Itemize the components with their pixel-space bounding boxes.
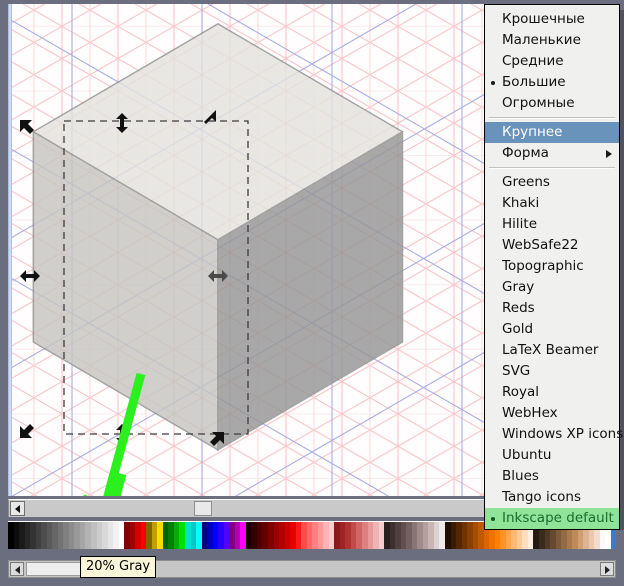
menu-item-palettes[interactable]: Tango icons: [485, 487, 619, 508]
menu-item-sizes[interactable]: Крошечные: [485, 9, 619, 30]
menu-item-label: Маленькие: [502, 32, 581, 48]
menu-item-label: Greens: [502, 174, 550, 190]
menu-group-palettes: Greens Khaki Hilite WebSafe22 Topographic Gra…: [485, 172, 619, 529]
menu-separator: [489, 167, 615, 169]
menu-item-label: Огромные: [502, 95, 575, 111]
arrow-left-icon: [15, 505, 20, 513]
submenu-arrow-icon: [606, 150, 612, 158]
arrow-right-icon: [605, 566, 610, 574]
menu-item-label: Большие: [502, 74, 566, 90]
menu-item-label: Tango icons: [502, 489, 581, 505]
radio-bullet-icon: [491, 81, 495, 85]
menu-item-sizes[interactable]: Большие: [485, 72, 619, 93]
radio-bullet-icon: [491, 517, 495, 521]
menu-item-palettes[interactable]: Gold: [485, 319, 619, 340]
window-frame-left: [0, 0, 8, 552]
menu-shadow: [620, 10, 624, 530]
menu-item-label: Форма: [502, 145, 549, 161]
menu-item-palettes[interactable]: Inkscape default: [485, 508, 619, 529]
menu-item-label: LaTeX Beamer: [502, 342, 598, 358]
window-frame-bottom: [0, 578, 624, 586]
palette-scroll-left-button[interactable]: [10, 562, 24, 576]
menu-item-palettes[interactable]: Reds: [485, 298, 619, 319]
menu-item-label: Khaki: [502, 195, 539, 211]
menu-item-palettes[interactable]: Gray: [485, 277, 619, 298]
scroll-thumb[interactable]: [194, 501, 212, 516]
menu-item-actions[interactable]: Крупнее: [485, 122, 619, 143]
color-tooltip: 20% Gray: [80, 556, 156, 578]
menu-item-label: Blues: [502, 468, 539, 484]
menu-item-actions[interactable]: Форма: [485, 143, 619, 164]
menu-item-palettes[interactable]: Ubuntu: [485, 445, 619, 466]
scroll-left-button[interactable]: [10, 501, 25, 516]
menu-group-sizes: Крошечные Маленькие Средние Большие Огромные: [485, 9, 619, 114]
menu-item-label: WebSafe22: [502, 237, 579, 253]
menu-item-sizes[interactable]: Маленькие: [485, 30, 619, 51]
menu-group-actions: Крупнее Форма: [485, 122, 619, 164]
menu-item-label: Inkscape default: [502, 510, 614, 526]
menu-item-palettes[interactable]: Hilite: [485, 214, 619, 235]
menu-item-label: SVG: [502, 363, 530, 379]
menu-item-palettes[interactable]: Khaki: [485, 193, 619, 214]
menu-item-palettes[interactable]: WebHex: [485, 403, 619, 424]
menu-item-sizes[interactable]: Средние: [485, 51, 619, 72]
menu-item-label: Gold: [502, 321, 533, 337]
menu-item-palettes[interactable]: LaTeX Beamer: [485, 340, 619, 361]
palette-scroll-thumb[interactable]: [26, 562, 88, 576]
palette-scroll-right-button[interactable]: [600, 562, 614, 576]
menu-item-label: Gray: [502, 279, 534, 295]
menu-item-label: Крупнее: [502, 124, 562, 140]
inkscape-window: 20% Gray Крошечные Маленькие Средние Больши…: [0, 0, 624, 586]
menu-item-palettes[interactable]: Windows XP icons: [485, 424, 619, 445]
menu-item-label: Средние: [502, 53, 564, 69]
menu-item-label: Topographic: [502, 258, 584, 274]
menu-item-label: Крошечные: [502, 11, 585, 27]
menu-item-label: Ubuntu: [502, 447, 551, 463]
menu-item-label: WebHex: [502, 405, 558, 421]
menu-separator: [489, 117, 615, 119]
menu-item-palettes[interactable]: Topographic: [485, 256, 619, 277]
menu-item-sizes[interactable]: Огромные: [485, 93, 619, 114]
menu-item-label: Reds: [502, 300, 535, 316]
menu-item-label: Windows XP icons: [502, 426, 623, 442]
menu-item-palettes[interactable]: SVG: [485, 361, 619, 382]
menu-item-palettes[interactable]: WebSafe22: [485, 235, 619, 256]
menu-item-label: Royal: [502, 384, 539, 400]
menu-item-palettes[interactable]: Blues: [485, 466, 619, 487]
palette-context-menu[interactable]: Крошечные Маленькие Средние Большие Огромные…: [484, 4, 620, 530]
menu-item-palettes[interactable]: Royal: [485, 382, 619, 403]
menu-item-label: Hilite: [502, 216, 537, 232]
arrow-left-icon: [15, 566, 20, 574]
menu-item-palettes[interactable]: Greens: [485, 172, 619, 193]
